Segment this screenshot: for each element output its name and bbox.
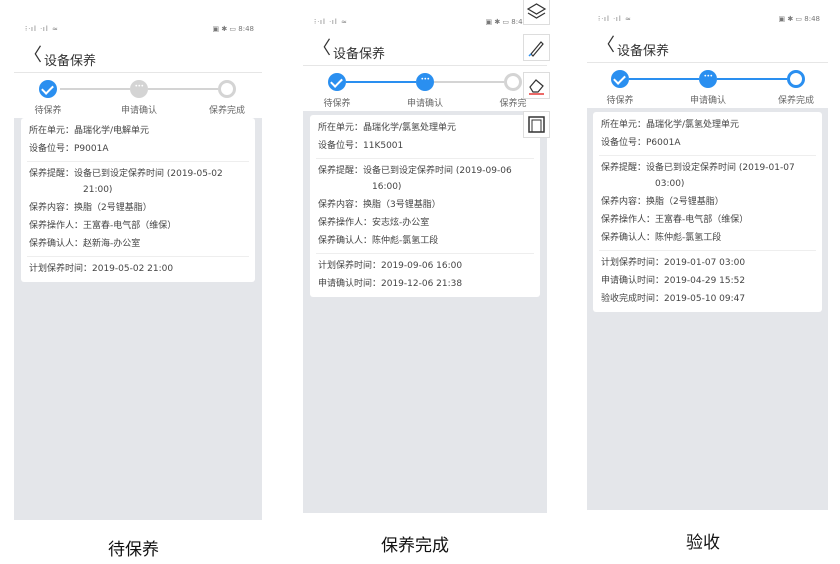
step-label: 申请确认	[120, 106, 157, 116]
step-connector	[717, 78, 787, 80]
plan-time-field: 计划保养时间：2019-01-07 03:00	[601, 258, 746, 268]
step-final-icon	[787, 70, 805, 88]
divider	[599, 155, 816, 156]
divider	[27, 161, 249, 162]
caption: 验收	[686, 533, 720, 553]
position-field: 设备位号：P6001A	[601, 138, 681, 148]
step-connector	[148, 88, 218, 90]
position-field: 设备位号：11K5001	[318, 141, 404, 151]
step-final-icon	[218, 80, 236, 98]
phone-screen-pending: ⁝ᐧıl ᐧıl ≈ ▣ ✱ ▭ 8:48 〈 设备保养 待保养 申请确认 保养…	[14, 12, 262, 520]
reminder-field: 保养提醒：设备已到设定保养时间 (2019-09-06	[318, 166, 512, 176]
unit-field: 所在单元：晶瑞化学/电解单元	[29, 126, 150, 136]
layers-icon[interactable]	[523, 0, 550, 25]
step-pending-icon	[416, 73, 434, 91]
step-connector	[60, 88, 130, 90]
content-field: 保养内容：换脂（2号锂基脂）	[29, 203, 152, 213]
step-label: 待保养	[34, 106, 62, 116]
reminder-field-cont: 16:00)	[372, 182, 402, 192]
back-icon[interactable]: 〈	[24, 47, 42, 65]
phone-screen-completed: ⁝ᐧıl ᐧıl ≈ ▣ ✱ ▭ 8:48 〈 设备保养 待保养 申请确认 保养…	[303, 5, 547, 513]
nav-bar: 〈 设备保养	[303, 35, 547, 66]
step-connector	[346, 81, 416, 83]
apply-time-field: 申请确认时间：2019-04-29 15:52	[601, 276, 746, 286]
page-title: 设备保养	[617, 44, 670, 59]
reminder-field-cont: 21:00)	[83, 185, 113, 195]
nav-bar: 〈 设备保养	[587, 32, 828, 63]
battery-clock: ▣ ✱ ▭ 8:48	[485, 18, 528, 26]
divider	[599, 250, 816, 251]
nav-bar: 〈 设备保养	[14, 42, 262, 73]
status-bar: ⁝ᐧıl ᐧıl ≈ ▣ ✱ ▭ 8:48	[14, 12, 262, 42]
back-icon[interactable]: 〈	[313, 40, 331, 58]
step-label: 保养完成	[208, 106, 245, 116]
step-label: 待保养	[606, 96, 634, 106]
operator-field: 保养操作人：王富春-电气部（维保）	[29, 221, 177, 231]
reminder-field: 保养提醒：设备已到设定保养时间 (2019-01-07	[601, 163, 795, 173]
page-title: 设备保养	[333, 47, 386, 62]
apply-time-field: 申请确认时间：2019-12-06 21:38	[318, 279, 463, 289]
maintenance-card[interactable]: 所在单元：晶瑞化学/氯氢处理单元 设备位号：P6001A 保养提醒：设备已到设定…	[593, 112, 822, 312]
operator-field: 保养操作人：安志炫-办公室	[318, 218, 430, 228]
caption: 待保养	[108, 540, 159, 560]
position-field: 设备位号：P9001A	[29, 144, 109, 154]
step-label: 待保养	[323, 99, 351, 109]
step-label: 申请确认	[689, 96, 726, 106]
pen-icon[interactable]	[523, 34, 550, 61]
maintenance-card[interactable]: 所在单元：晶瑞化学/电解单元 设备位号：P9001A 保养提醒：设备已到设定保养…	[21, 118, 255, 282]
step-pending-icon	[130, 80, 148, 98]
step-check-icon	[39, 80, 57, 98]
step-label: 申请确认	[406, 99, 443, 109]
back-icon[interactable]: 〈	[597, 37, 615, 55]
status-bar: ⁝ᐧıl ᐧıl ≈ ▣ ✱ ▭ 8:48	[303, 5, 547, 35]
signal-icon: ⁝ᐧıl ᐧıl ≈	[314, 18, 348, 26]
content-field: 保养内容：换脂（3号锂基脂）	[318, 200, 441, 210]
battery-clock: ▣ ✱ ▭ 8:48	[212, 25, 255, 33]
phone-screen-accepted: ⁝ᐧıl ᐧıl ≈ ▣ ✱ ▭ 8:48 〈 设备保养 待保养 申请确认 保养…	[587, 2, 828, 510]
confirmer-field: 保养确认人：陈仲彪-氯氢工段	[601, 233, 722, 243]
accept-time-field: 验收完成时间：2019-05-10 09:47	[601, 294, 746, 304]
battery-clock: ▣ ✱ ▭ 8:48	[778, 15, 821, 23]
caption: 保养完成	[381, 536, 449, 556]
reminder-field-cont: 03:00)	[655, 179, 685, 189]
divider	[316, 158, 534, 159]
plan-time-field: 计划保养时间：2019-05-02 21:00	[29, 264, 174, 274]
maintenance-card[interactable]: 所在单元：晶瑞化学/氯氢处理单元 设备位号：11K5001 保养提醒：设备已到设…	[310, 115, 540, 297]
progress-stepper: 待保养 申请确认 保养完成	[14, 73, 262, 118]
divider	[27, 256, 249, 257]
page-title: 设备保养	[44, 54, 97, 69]
step-check-icon	[611, 70, 629, 88]
status-bar: ⁝ᐧıl ᐧıl ≈ ▣ ✱ ▭ 8:48	[587, 2, 828, 32]
plan-time-field: 计划保养时间：2019-09-06 16:00	[318, 261, 463, 271]
signal-icon: ⁝ᐧıl ᐧıl ≈	[25, 25, 59, 33]
operator-field: 保养操作人：王富春-电气部（维保）	[601, 215, 749, 225]
confirmer-field: 保养确认人：陈仲彪-氯氢工段	[318, 236, 439, 246]
unit-field: 所在单元：晶瑞化学/氯氢处理单元	[601, 120, 740, 130]
step-pending-icon	[699, 70, 717, 88]
reminder-field: 保养提醒：设备已到设定保养时间 (2019-05-02	[29, 169, 223, 179]
progress-stepper: 待保养 申请确认 保养完	[303, 66, 547, 111]
step-check-icon	[328, 73, 346, 91]
divider	[316, 253, 534, 254]
step-connector	[629, 78, 699, 80]
eraser-icon[interactable]	[523, 72, 550, 99]
step-label: 保养完成	[777, 96, 814, 106]
unit-field: 所在单元：晶瑞化学/氯氢处理单元	[318, 123, 457, 133]
step-connector	[434, 81, 504, 83]
signal-icon: ⁝ᐧıl ᐧıl ≈	[598, 15, 632, 23]
frame-icon[interactable]	[523, 111, 550, 138]
progress-stepper: 待保养 申请确认 保养完成	[587, 63, 828, 108]
step-final-icon	[504, 73, 522, 91]
content-field: 保养内容：换脂（2号锂基脂）	[601, 197, 724, 207]
confirmer-field: 保养确认人：赵新海-办公室	[29, 239, 141, 249]
